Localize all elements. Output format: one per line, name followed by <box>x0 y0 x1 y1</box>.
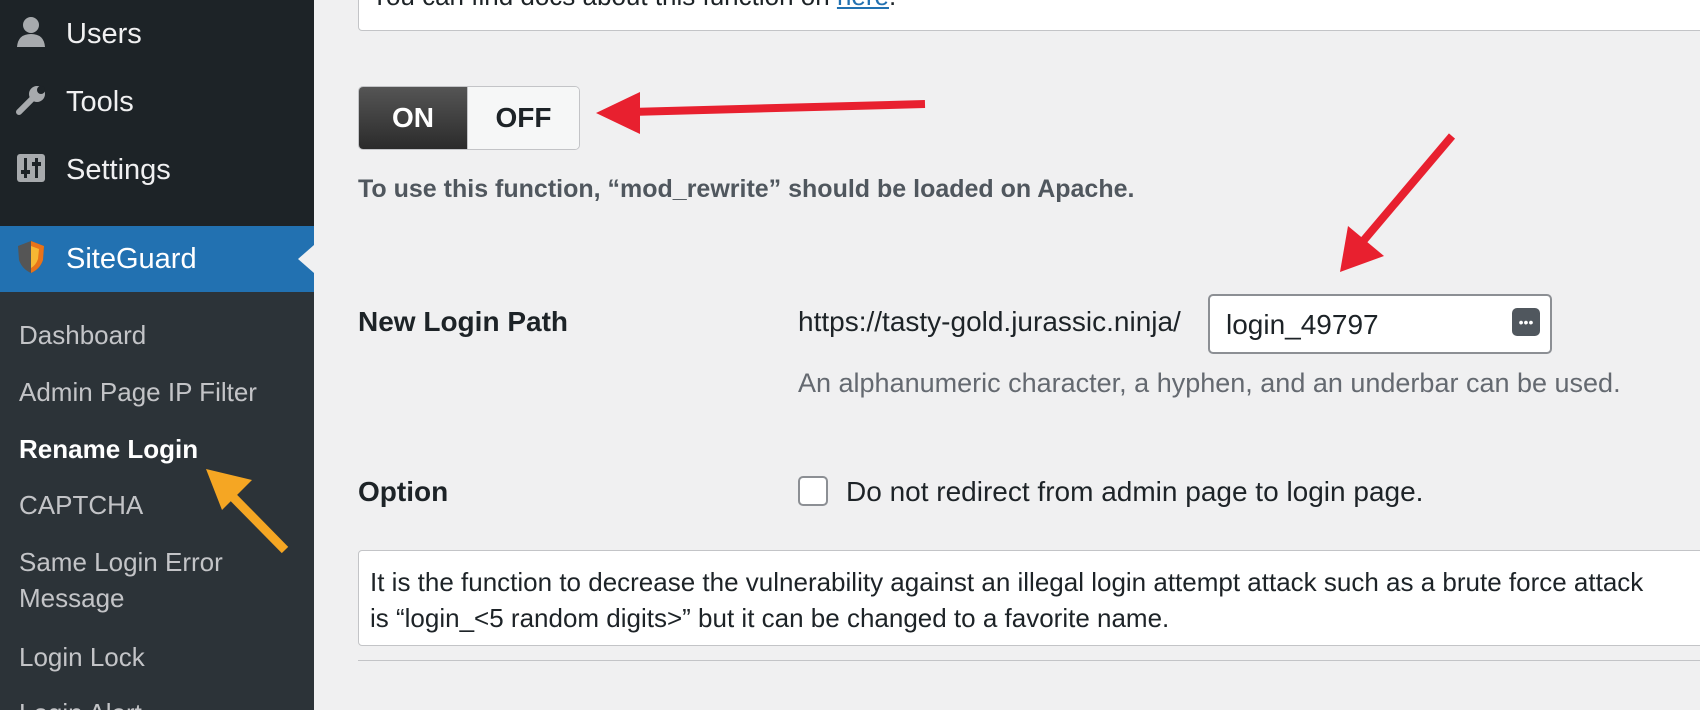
submenu-item-rename-login[interactable]: Rename Login <box>19 431 198 467</box>
user-icon <box>14 15 48 49</box>
password-manager-icon[interactable]: ••• <box>1512 308 1540 336</box>
sliders-icon <box>14 151 48 185</box>
submenu-item-login-lock[interactable]: Login Lock <box>19 639 145 675</box>
menu-label-siteguard: SiteGuard <box>66 242 197 275</box>
description-line-2: is “login_<5 random digits>” but it can … <box>370 603 1170 633</box>
docs-text: You can find docs about this function on… <box>371 0 896 12</box>
docs-box: You can find docs about this function on… <box>358 0 1700 31</box>
menu-label-users: Users <box>66 17 142 50</box>
menu-label-tools: Tools <box>66 85 134 118</box>
docs-text-end: . <box>889 0 896 11</box>
toggle-off-button[interactable]: OFF <box>467 87 579 149</box>
no-redirect-checkbox-label[interactable]: Do not redirect from admin page to login… <box>846 476 1423 508</box>
submenu-item-same-login-error-line2[interactable]: Message <box>19 580 125 616</box>
section-divider <box>358 660 1700 661</box>
login-url-prefix: https://tasty-gold.jurassic.ninja/ <box>798 306 1181 337</box>
login-path-field[interactable]: ••• <box>1208 294 1552 354</box>
new-login-path-label: New Login Path <box>358 306 568 337</box>
toggle-on-button[interactable]: ON <box>359 87 467 149</box>
login-path-input[interactable] <box>1224 304 1498 346</box>
wrench-icon <box>14 83 48 117</box>
siteguard-submenu: Dashboard Admin Page IP Filter Rename Lo… <box>0 292 314 710</box>
submenu-item-dashboard[interactable]: Dashboard <box>19 317 146 353</box>
on-off-toggle: ON OFF <box>358 86 580 150</box>
shield-icon <box>14 240 48 274</box>
mod-rewrite-note: To use this function, “mod_rewrite” shou… <box>358 175 1135 203</box>
submenu-item-captcha[interactable]: CAPTCHA <box>19 487 143 523</box>
admin-sidebar: Users Tools Settings SiteGuard Dashboard… <box>0 0 314 710</box>
menu-item-tools[interactable]: Tools <box>0 69 314 135</box>
submenu-item-login-alert[interactable]: Login Alert <box>19 695 142 710</box>
menu-item-settings[interactable]: Settings <box>0 137 314 203</box>
submenu-item-admin-page-ip-filter[interactable]: Admin Page IP Filter <box>19 374 257 410</box>
active-pointer <box>298 245 314 273</box>
menu-item-siteguard[interactable]: SiteGuard <box>0 226 314 292</box>
function-description-box: It is the function to decrease the vulne… <box>358 550 1700 646</box>
menu-item-users[interactable]: Users <box>0 1 314 67</box>
main-content: You can find docs about this function on… <box>314 0 1700 710</box>
login-path-description: An alphanumeric character, a hyphen, and… <box>798 368 1621 398</box>
option-label: Option <box>358 476 449 507</box>
no-redirect-checkbox[interactable] <box>798 476 828 506</box>
menu-label-settings: Settings <box>66 153 171 186</box>
submenu-item-same-login-error[interactable]: Same Login Error <box>19 544 223 580</box>
description-line-1: It is the function to decrease the vulne… <box>370 567 1644 597</box>
docs-text-body: You can find docs about this function on <box>371 0 837 11</box>
docs-link[interactable]: here <box>837 0 889 11</box>
